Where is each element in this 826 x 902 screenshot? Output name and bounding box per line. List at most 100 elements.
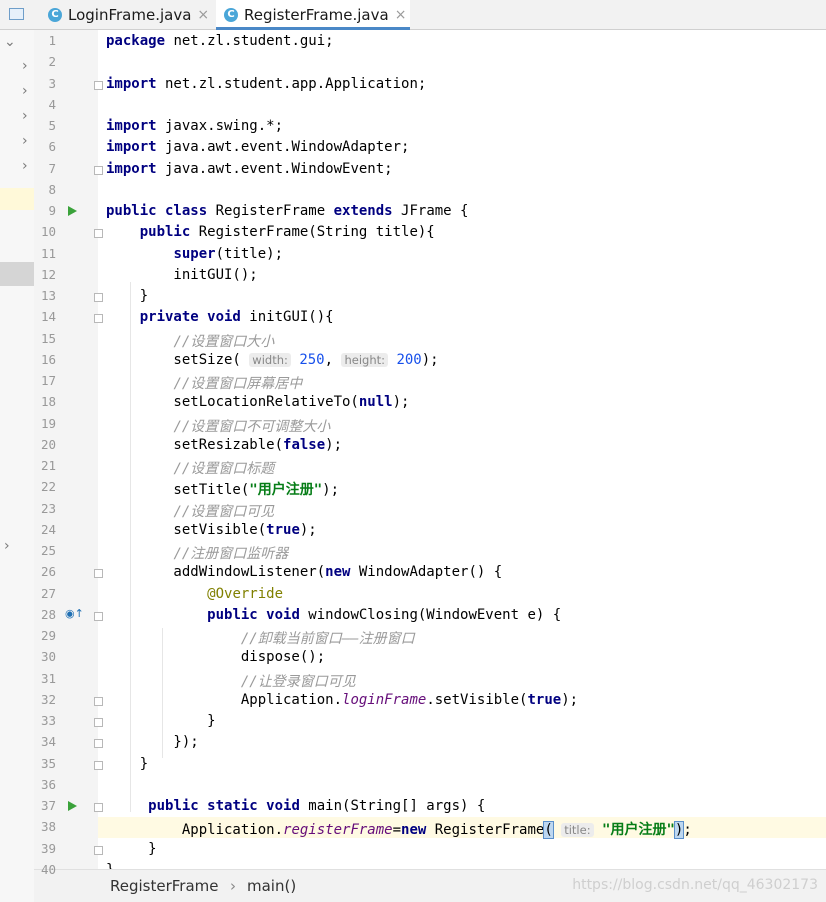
strip-selection bbox=[0, 262, 34, 286]
line-number: 13 bbox=[40, 288, 56, 303]
code-line[interactable]: } bbox=[98, 754, 826, 775]
code-line[interactable]: private void initGUI(){ bbox=[98, 307, 826, 328]
code-line[interactable]: import java.awt.event.WindowAdapter; bbox=[98, 137, 826, 158]
java-class-icon: C bbox=[48, 7, 62, 22]
code-text: //注册窗口监听器 bbox=[173, 546, 289, 562]
fold-marker-icon[interactable] bbox=[94, 314, 103, 324]
line-number: 37 bbox=[40, 798, 56, 813]
code-line[interactable]: public static void main(String[] args) { bbox=[98, 796, 826, 817]
code-line[interactable]: setSize( width: 250, height: 200); bbox=[98, 350, 826, 371]
code-text: public RegisterFrame(String title){ bbox=[139, 224, 435, 241]
code-line[interactable]: public RegisterFrame(String title){ bbox=[98, 222, 826, 243]
run-icon[interactable] bbox=[68, 206, 77, 216]
fold-marker-icon[interactable] bbox=[94, 760, 103, 770]
code-line[interactable]: setVisible(true); bbox=[98, 520, 826, 541]
code-line[interactable]: super(title); bbox=[98, 244, 826, 265]
fold-marker-icon[interactable] bbox=[94, 569, 103, 579]
code-text: import net.zl.student.app.Application; bbox=[106, 75, 427, 92]
code-line[interactable]: @Override bbox=[98, 584, 826, 605]
chevron-right-icon[interactable]: › bbox=[22, 83, 28, 99]
line-number: 24 bbox=[40, 521, 56, 537]
override-icon[interactable]: ◉↑ bbox=[65, 607, 84, 620]
line-number: 31 bbox=[40, 670, 56, 686]
watermark: https://blog.csdn.net/qq_46302173 bbox=[572, 877, 818, 893]
close-icon[interactable]: × bbox=[197, 7, 209, 23]
code-line[interactable] bbox=[98, 775, 826, 796]
code-line[interactable]: setLocationRelativeTo(null); bbox=[98, 392, 826, 413]
code-line[interactable]: import java.awt.event.WindowEvent; bbox=[98, 159, 826, 180]
code-line[interactable]: } bbox=[98, 711, 826, 732]
code-line[interactable]: } bbox=[98, 286, 826, 307]
breadcrumb-class[interactable]: RegisterFrame bbox=[110, 877, 219, 895]
chevron-down-icon[interactable]: ⌄ bbox=[4, 34, 16, 50]
code-line[interactable]: //设置窗口标题 bbox=[98, 456, 826, 477]
close-icon[interactable]: × bbox=[395, 7, 407, 23]
line-number: 2 bbox=[48, 54, 56, 70]
fold-marker-icon[interactable] bbox=[94, 293, 103, 302]
fold-marker-icon[interactable] bbox=[94, 80, 103, 90]
tab-registerframe[interactable]: C RegisterFrame.java × bbox=[216, 0, 410, 30]
chevron-right-icon[interactable]: › bbox=[22, 108, 28, 124]
line-number: 22 bbox=[40, 479, 56, 495]
code-line[interactable]: setTitle("用户注册"); bbox=[98, 477, 826, 498]
code-line[interactable]: setResizable(false); bbox=[98, 435, 826, 456]
fold-marker-icon[interactable] bbox=[94, 845, 103, 855]
fold-marker-icon[interactable] bbox=[94, 739, 103, 749]
tab-label: LoginFrame.java bbox=[68, 5, 192, 24]
code-line[interactable]: addWindowListener(new WindowAdapter() { bbox=[98, 562, 826, 583]
line-number: 27 bbox=[40, 585, 56, 601]
breadcrumb-method[interactable]: main() bbox=[247, 877, 296, 895]
fold-marker-icon[interactable] bbox=[94, 165, 103, 175]
chevron-right-icon[interactable]: › bbox=[4, 538, 10, 554]
code-line[interactable]: public void windowClosing(WindowEvent e)… bbox=[98, 605, 826, 626]
code-line[interactable]: initGUI(); bbox=[98, 265, 826, 286]
code-line[interactable]: //设置窗口屏幕居中 bbox=[98, 371, 826, 392]
line-number: 5 bbox=[48, 118, 56, 133]
code-line[interactable]: //设置窗口可见 bbox=[98, 499, 826, 520]
code-text: setLocationRelativeTo(null); bbox=[106, 394, 410, 411]
code-text: public class RegisterFrame extends JFram… bbox=[106, 203, 469, 219]
code-line[interactable]: } bbox=[98, 860, 826, 869]
code-line[interactable] bbox=[98, 180, 826, 201]
code-line[interactable]: //设置窗口不可调整大小 bbox=[98, 414, 826, 435]
code-line[interactable]: }); bbox=[98, 732, 826, 753]
chevron-right-icon[interactable]: › bbox=[22, 158, 28, 174]
line-number: 6 bbox=[48, 139, 56, 155]
code-line[interactable]: Application.loginFrame.setVisible(true); bbox=[98, 690, 826, 711]
code-line[interactable] bbox=[98, 95, 826, 116]
code-line[interactable]: package net.zl.student.gui; bbox=[98, 31, 826, 52]
code-text: setTitle("用户注册"); bbox=[106, 482, 340, 499]
fold-marker-icon[interactable] bbox=[94, 718, 103, 727]
code-editor[interactable]: package net.zl.student.gui; import net.zl… bbox=[98, 30, 826, 869]
tab-loginframe[interactable]: C LoginFrame.java × bbox=[40, 0, 218, 29]
chevron-right-icon[interactable]: › bbox=[22, 133, 28, 149]
code-line[interactable]: public class RegisterFrame extends JFram… bbox=[98, 201, 826, 222]
code-line[interactable]: //注册窗口监听器 bbox=[98, 541, 826, 562]
code-line[interactable]: import net.zl.student.app.Application; bbox=[98, 74, 826, 95]
code-line[interactable] bbox=[98, 52, 826, 73]
line-number: 25 bbox=[40, 543, 56, 558]
fold-marker-icon[interactable] bbox=[94, 229, 103, 239]
fold-marker-icon[interactable] bbox=[94, 803, 103, 812]
code-line[interactable]: Application.registerFrame=new RegisterFr… bbox=[98, 817, 826, 840]
breadcrumb-separator: › bbox=[230, 877, 236, 895]
code-line[interactable]: dispose(); bbox=[98, 647, 826, 668]
code-line[interactable]: //设置窗口大小 bbox=[98, 329, 826, 350]
line-number: 32 bbox=[40, 691, 56, 707]
project-window-icon[interactable] bbox=[0, 0, 34, 29]
code-line[interactable]: //卸载当前窗口——注册窗口 bbox=[98, 626, 826, 647]
code-text: } bbox=[106, 288, 149, 304]
code-line[interactable]: } bbox=[98, 839, 826, 860]
tab-label: RegisterFrame.java bbox=[244, 5, 389, 24]
code-line[interactable]: import javax.swing.*; bbox=[98, 116, 826, 137]
fold-marker-icon[interactable] bbox=[94, 611, 103, 621]
run-icon[interactable] bbox=[68, 801, 77, 811]
code-text: //设置窗口不可调整大小 bbox=[173, 418, 331, 435]
fold-marker-icon[interactable] bbox=[94, 696, 103, 706]
line-number: 40 bbox=[40, 861, 56, 877]
chevron-right-icon[interactable]: › bbox=[22, 58, 28, 74]
code-text: setSize( width: 250, height: 200); bbox=[106, 351, 439, 368]
code-line[interactable]: //让登录窗口可见 bbox=[98, 669, 826, 690]
line-number: 16 bbox=[40, 351, 56, 367]
line-number: 7 bbox=[48, 160, 56, 176]
